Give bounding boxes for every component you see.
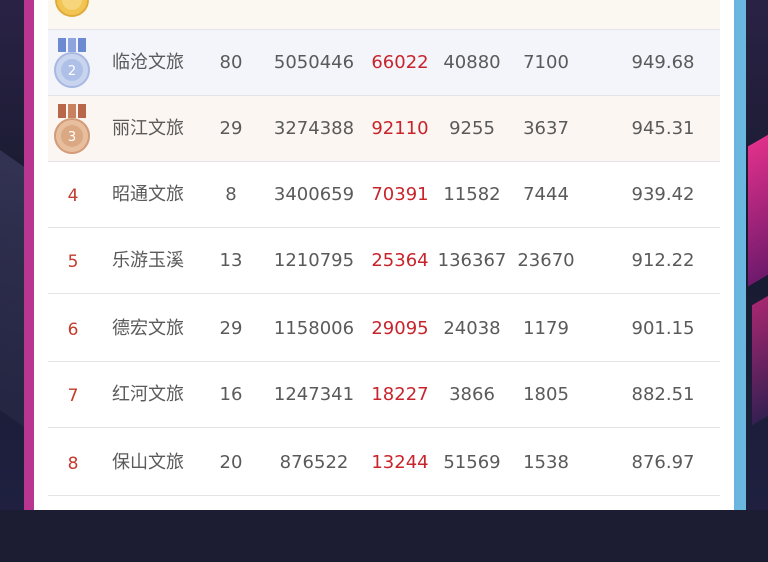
comment-count: 23670 [517, 250, 575, 271]
medal-rank-text: 2 [68, 64, 76, 79]
comment-count: 1805 [523, 384, 569, 405]
comment-count: 1538 [523, 452, 569, 473]
table-row: 3 丽江文旅 29 3274388 92110 9255 3637 945.31 [48, 96, 720, 162]
table-row [48, 496, 720, 562]
share-count: 40880 [443, 52, 501, 73]
read-count: 3400659 [273, 184, 355, 205]
account-name: 临沧文旅 [112, 52, 184, 73]
read-count: 5050446 [273, 52, 355, 73]
table-row: 2 临沧文旅 80 5050446 66022 40880 7100 949.6… [48, 30, 720, 96]
account-name: 德宏文旅 [112, 318, 184, 339]
background-streak [752, 294, 768, 426]
medal-rank-text: 3 [68, 130, 76, 145]
read-count: 3274388 [273, 118, 355, 139]
index-score: 876.97 [631, 452, 695, 473]
read-count: 1158006 [273, 318, 355, 339]
share-count: 24038 [443, 318, 501, 339]
post-count: 13 [219, 250, 243, 271]
rank-number: 6 [67, 320, 79, 340]
table-row: 5 乐游玉溪 13 1210795 25364 136367 23670 912… [48, 228, 720, 294]
index-score: 945.31 [631, 118, 695, 139]
table-row: 8 保山文旅 20 876522 13244 51569 1538 876.97 [48, 430, 720, 496]
medal-silver-icon: 2 [54, 38, 90, 88]
post-count: 8 [225, 184, 237, 205]
table-row: 4 昭通文旅 8 3400659 70391 11582 7444 939.42 [48, 162, 720, 228]
rank-number: 7 [67, 386, 79, 406]
share-count: 11582 [443, 184, 501, 205]
rank-number: 4 [67, 186, 79, 206]
table-row: 7 红河文旅 16 1247341 18227 3866 1805 882.51 [48, 362, 720, 428]
read-count: 876522 [279, 452, 349, 473]
post-count: 29 [219, 118, 243, 139]
index-score: 901.15 [631, 318, 695, 339]
background-streak [748, 133, 768, 287]
read-count: 1247341 [273, 384, 355, 405]
account-name: 丽江文旅 [112, 118, 184, 139]
index-score: 882.51 [631, 384, 695, 405]
comment-count: 7100 [523, 52, 569, 73]
index-score: 939.42 [631, 184, 695, 205]
comment-count: 1179 [523, 318, 569, 339]
medal-bronze-icon: 3 [54, 104, 90, 154]
post-count: 16 [219, 384, 243, 405]
comment-count: 7444 [523, 184, 569, 205]
comment-count: 3637 [523, 118, 569, 139]
post-count: 80 [219, 52, 243, 73]
rank-number: 5 [67, 252, 79, 272]
account-name: 红河文旅 [112, 384, 184, 405]
share-count: 9255 [449, 118, 495, 139]
share-count: 51569 [443, 452, 501, 473]
read-count: 1210795 [273, 250, 355, 271]
table-row: 6 德宏文旅 29 1158006 29095 24038 1179 901.1… [48, 296, 720, 362]
index-score: 949.68 [631, 52, 695, 73]
medal-gold-icon [55, 0, 89, 17]
index-score: 912.22 [631, 250, 695, 271]
post-count: 29 [219, 318, 243, 339]
account-name: 昭通文旅 [112, 184, 184, 205]
rank-number: 8 [67, 454, 79, 474]
post-count: 20 [219, 452, 243, 473]
share-count: 136367 [437, 250, 507, 271]
share-count: 3866 [449, 384, 495, 405]
table-row [48, 0, 720, 30]
account-name: 保山文旅 [112, 452, 184, 473]
account-name: 乐游玉溪 [112, 250, 184, 271]
